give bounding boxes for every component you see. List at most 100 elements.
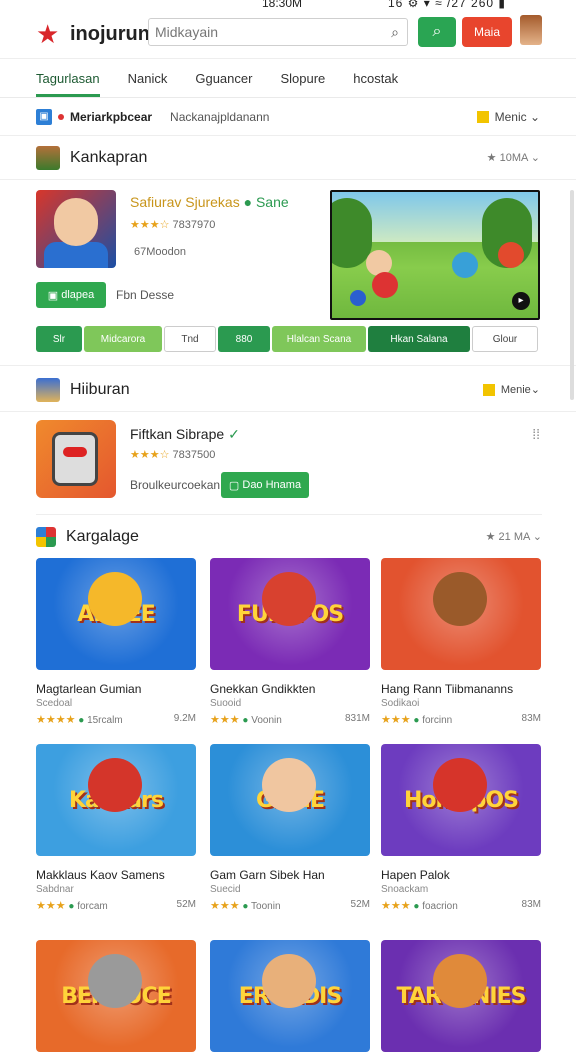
game-art[interactable]: GAME <box>210 744 370 856</box>
game-card[interactable]: EROADIS ● <box>210 940 370 1052</box>
mascot-shape <box>433 572 487 626</box>
game-title[interactable]: Magtarlean Gumian <box>36 682 196 696</box>
game-downloads: forcinn <box>422 715 453 726</box>
game-art[interactable] <box>381 558 541 670</box>
tab-bar: Tagurlasan Nanick Gguancer Slopure hcost… <box>0 58 576 98</box>
tab-1[interactable]: Nanick <box>128 59 168 97</box>
game-card[interactable]: BEROUCE ● <box>36 940 196 1052</box>
subbar-link-right[interactable]: Nackanajpldanann <box>170 110 269 124</box>
section-header-kargalage: Kargalage ★ 21 MA ⌄ <box>36 514 542 558</box>
game-art[interactable]: TARCANIES <box>381 940 541 1052</box>
tab-3[interactable]: Slopure <box>280 59 325 97</box>
face-shape <box>54 198 98 246</box>
game-card[interactable]: FUlIaPOS Gnekkan Gndikkten Suooid ★★★ ● Voo… <box>210 558 370 726</box>
game-card[interactable]: HolnepOS Hapen Palok Snoackam ★★★ ● foacrio… <box>381 744 541 912</box>
featured-desc: Fbn Desse <box>116 288 175 302</box>
mascot-shape <box>262 572 316 626</box>
section-meta-label: ★ 21 MA <box>485 531 530 543</box>
status-time: 18:30M <box>262 0 303 10</box>
game-card[interactable]: TARCANIES ● <box>381 940 541 1052</box>
hiburan-install-button[interactable]: ▢ Dao Hnama <box>221 472 309 498</box>
subbar-menu[interactable]: Menic ⌄ <box>476 109 540 124</box>
action-button-6[interactable]: Glour <box>472 326 538 352</box>
hiburan-app-name-text: Fiftkan Sibrape <box>130 426 225 442</box>
hiburan-app: Fiftkan Sibrape ✓ ★★★☆ 7837500 Broulkeur… <box>0 410 576 518</box>
game-art[interactable]: EROADIS <box>210 940 370 1052</box>
search-button[interactable]: ⌕ <box>418 17 456 47</box>
yellow-square-icon <box>482 383 495 396</box>
game-meta-row: ★★★ ● Voonin 831M <box>210 713 370 726</box>
mascot-shape <box>88 572 142 626</box>
tree-shape <box>332 198 372 268</box>
game-meta-row: ★★★★ ● 15rcalm 9.2M <box>36 713 196 726</box>
hiburan-app-icon[interactable] <box>36 420 116 498</box>
section-thumb <box>36 145 60 170</box>
featured-rating-value: 7837970 <box>172 219 216 231</box>
action-button-3[interactable]: 880 <box>218 326 270 352</box>
avatar[interactable] <box>520 15 542 45</box>
tab-4[interactable]: hcostak <box>353 59 398 97</box>
game-art[interactable]: Kankars <box>36 744 196 856</box>
game-art[interactable]: FUlIaPOS <box>210 558 370 670</box>
game-card[interactable]: Kankars Makklaus Kaov Samens Sabdnar ★★★ ● … <box>36 744 196 912</box>
search-placeholder: Midkayain <box>155 24 219 40</box>
brand-star-icon: ★ <box>36 19 60 49</box>
action-button-1[interactable]: Midcarora <box>84 326 162 352</box>
star-rating-icon: ★★★ <box>381 900 411 912</box>
game-downloads: 15rcalm <box>87 715 123 726</box>
character-shape <box>498 242 524 268</box>
subbar-link-left[interactable]: Meriarkpbcear <box>70 110 152 124</box>
scrollbar[interactable] <box>570 190 574 400</box>
game-downloads: Toonin <box>251 901 281 912</box>
status-bar: 18:30M 16 ⚙ ▾ ≈ /27 260 ▮ <box>0 0 576 10</box>
game-title[interactable]: Gnekkan Gndikkten <box>210 682 370 696</box>
grid-icon <box>36 526 56 547</box>
action-button-5[interactable]: Hkan Salana <box>368 326 470 352</box>
game-title[interactable]: Hang Rann Tiibmananns <box>381 682 541 696</box>
featured-app-image[interactable] <box>36 190 116 268</box>
star-rating-icon: ★★★ <box>210 714 240 726</box>
hiburan-app-name[interactable]: Fiftkan Sibrape ✓ <box>130 426 240 443</box>
star-rating-icon: ★★★ <box>210 900 240 912</box>
install-button[interactable]: ▣ dlapea <box>36 282 106 308</box>
hiburan-dev: Broulkeurcoekan <box>130 478 221 492</box>
robot-shape <box>52 432 98 486</box>
featured-video[interactable]: ▸ <box>330 190 540 320</box>
game-downloads: foacrion <box>422 901 458 912</box>
tab-0[interactable]: Tagurlasan <box>36 59 100 97</box>
tab-2[interactable]: Gguancer <box>195 59 252 97</box>
game-card[interactable]: GAME Gam Garn Sibek Han Suecid ★★★ ● Toonin… <box>210 744 370 912</box>
game-title[interactable]: Gam Garn Sibek Han <box>210 868 370 882</box>
section-meta[interactable]: ★ 10MA ⌄ <box>487 151 540 164</box>
game-developer: Suooid <box>210 698 242 709</box>
subbar-menu-label: Menic <box>494 109 527 124</box>
game-title[interactable]: Makklaus Kaov Samens <box>36 868 196 882</box>
featured-badge-text: Sane <box>255 194 289 210</box>
featured-app-name[interactable]: Safiurav Sjurekas ● Sane <box>130 194 289 210</box>
section-meta[interactable]: ★ 21 MA ⌄ <box>486 530 542 543</box>
featured-actions: Slr Midcarora Tnd 880 Hlalcan Scana Hkan… <box>36 326 538 352</box>
game-card[interactable]: ARHEE Magtarlean Gumian Scedoal ★★★★ ● 15rc… <box>36 558 196 726</box>
status-icons: 16 ⚙ ▾ ≈ /27 260 ▮ <box>387 0 506 10</box>
section-menu[interactable]: Menie ⌄ <box>482 383 540 396</box>
section-menu-label: Menie <box>500 383 531 396</box>
game-art[interactable]: ARHEE <box>36 558 196 670</box>
action-button-2[interactable]: Tnd <box>164 326 216 352</box>
play-icon[interactable]: ▸ <box>512 292 530 310</box>
game-art[interactable]: HolnepOS <box>381 744 541 856</box>
section-title: Kankapran <box>70 148 148 166</box>
mascot-shape <box>262 758 316 812</box>
game-art[interactable]: BEROUCE <box>36 940 196 1052</box>
red-action-button[interactable]: Maia <box>462 17 512 47</box>
search-input[interactable]: Midkayain ⌕ <box>148 18 408 46</box>
action-button-4[interactable]: Hlalcan Scana <box>272 326 366 352</box>
game-title[interactable]: Hapen Palok <box>381 868 541 882</box>
star-rating-icon: ★★★☆ <box>130 219 170 231</box>
game-card[interactable]: Hang Rann Tiibmananns Sodikaoi ★★★ ● forci… <box>381 558 541 726</box>
more-options-icon[interactable]: ⁞⁞ <box>532 426 540 442</box>
mascot-shape <box>433 758 487 812</box>
game-size: 83M <box>521 899 541 910</box>
star-rating-icon: ★★★ <box>36 900 66 912</box>
game-developer: Scedoal <box>36 698 73 709</box>
action-button-0[interactable]: Slr <box>36 326 82 352</box>
